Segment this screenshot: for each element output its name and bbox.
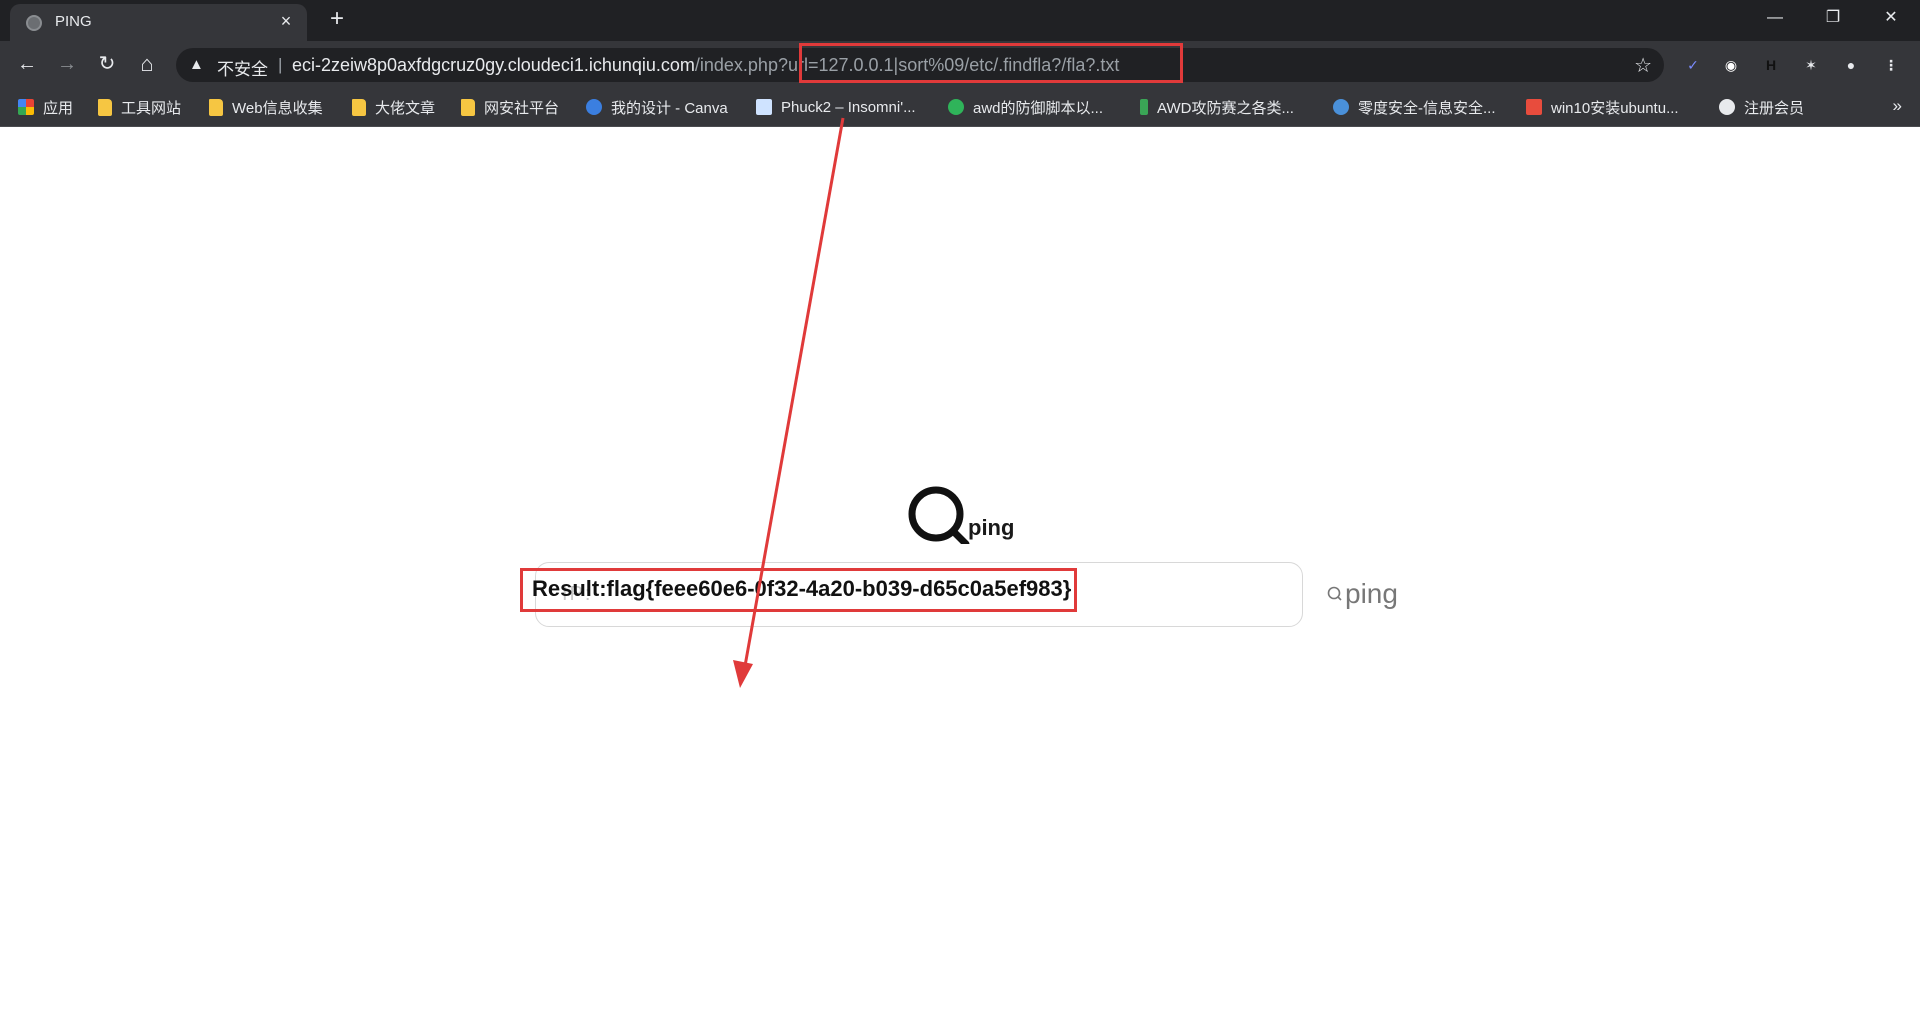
globe-favicon-icon xyxy=(26,15,42,31)
result-text: Result:flag{feee60e6-0f32-4a20-b039-d65c… xyxy=(532,576,1072,601)
window-controls: — ❐ ✕ xyxy=(1746,0,1920,36)
home-button[interactable]: ⌂ xyxy=(132,49,162,79)
tab-strip: PING × + — ❐ ✕ xyxy=(0,0,1920,41)
tab-ping[interactable]: PING × xyxy=(10,4,307,41)
folder-icon xyxy=(98,98,112,116)
tab-title: PING xyxy=(55,13,92,30)
bookmark-item[interactable]: 大佬文章 xyxy=(352,97,435,117)
gear-icon xyxy=(1333,99,1349,115)
url-host: eci-2zeiw8p0axfdgcruz0gy.cloudeci1.ichun… xyxy=(292,55,695,75)
new-tab-button[interactable]: + xyxy=(323,6,351,34)
reload-button[interactable]: ↻ xyxy=(92,49,122,79)
bookmarks-more-button[interactable]: » xyxy=(1893,96,1902,116)
bookmark-item[interactable]: Phuck2 – Insomni'... xyxy=(756,97,916,117)
page-icon xyxy=(756,99,772,115)
bookmark-item[interactable]: AWD攻防赛之各类... xyxy=(1140,97,1294,117)
bookmark-item[interactable]: awd的防御脚本以... xyxy=(948,97,1103,117)
logo-text: ping xyxy=(968,515,1015,540)
tab-close-icon[interactable]: × xyxy=(275,10,297,32)
bookmark-label: 我的设计 - Canva xyxy=(611,99,728,117)
extension-1-icon[interactable]: ✓ xyxy=(1682,54,1704,76)
bookmark-item[interactable]: 网安社平台 xyxy=(461,97,559,117)
warning-icon: ▲ xyxy=(189,56,204,73)
search-icon xyxy=(1327,586,1342,601)
bookmarks-bar: 应用 工具网站 Web信息收集 大佬文章 网安社平台 我的设计 - Canva Phuck2… xyxy=(0,87,1920,127)
bookmark-label: 网安社平台 xyxy=(484,99,560,117)
bookmark-label: 大佬文章 xyxy=(375,99,436,117)
bookmark-item[interactable]: 应用 xyxy=(18,97,73,117)
extension-3-icon[interactable]: H xyxy=(1760,54,1782,76)
menu-icon[interactable]: ⋮ xyxy=(1880,54,1902,76)
close-window-button[interactable]: ✕ xyxy=(1862,0,1920,36)
security-label[interactable]: 不安全 xyxy=(217,55,268,80)
bookmark-label: win10安装ubuntu... xyxy=(1551,99,1679,117)
bookmark-label: Phuck2 – Insomni'... xyxy=(781,98,916,116)
bookmark-item[interactable]: 工具网站 xyxy=(98,97,181,117)
restore-button[interactable]: ❐ xyxy=(1804,0,1862,36)
bookmark-item[interactable]: 注册会员 xyxy=(1719,97,1804,117)
canva-icon xyxy=(586,99,602,115)
browser-window: PING × + — ❐ ✕ ← → ↻ ⌂ ▲ 不安全 | eci-2zeiw… xyxy=(0,0,1920,1030)
back-button[interactable]: ← xyxy=(12,49,42,79)
security-separator: | xyxy=(278,55,283,74)
bookmark-item[interactable]: win10安装ubuntu... xyxy=(1526,97,1679,117)
ping-button-label: ping xyxy=(1345,578,1398,609)
folder-icon xyxy=(461,98,475,116)
folder-icon xyxy=(352,98,366,116)
minimize-button[interactable]: — xyxy=(1746,0,1804,36)
bookmark-label: AWD攻防赛之各类... xyxy=(1157,99,1294,117)
bookmark-label: awd的防御脚本以... xyxy=(973,99,1104,117)
ping-button[interactable]: ping xyxy=(1327,576,1398,612)
bookmark-star-icon[interactable]: ☆ xyxy=(1634,53,1652,78)
bar-icon xyxy=(1140,99,1148,115)
profile-icon[interactable]: ● xyxy=(1840,54,1862,76)
puzzle-icon[interactable]: ✶ xyxy=(1800,54,1822,76)
bookmark-label: 注册会员 xyxy=(1744,99,1805,117)
n-icon xyxy=(948,99,964,115)
forward-button[interactable]: → xyxy=(52,49,82,79)
bookmark-label: Web信息收集 xyxy=(232,99,323,117)
folder-icon xyxy=(209,98,223,116)
extension-2-icon[interactable]: ◉ xyxy=(1720,54,1742,76)
jian-icon xyxy=(1526,99,1542,115)
bookmark-label: 应用 xyxy=(43,99,74,117)
bookmark-label: 零度安全-信息安全... xyxy=(1358,99,1496,117)
apps-grid-icon xyxy=(18,99,34,115)
bookmark-item[interactable]: Web信息收集 xyxy=(209,97,323,117)
bookmark-item[interactable]: 我的设计 - Canva xyxy=(586,97,728,117)
globe-icon xyxy=(1719,99,1735,115)
url-highlight-box xyxy=(799,43,1183,83)
bookmark-item[interactable]: 零度安全-信息安全... xyxy=(1333,97,1496,117)
bookmark-label: 工具网站 xyxy=(121,99,182,117)
